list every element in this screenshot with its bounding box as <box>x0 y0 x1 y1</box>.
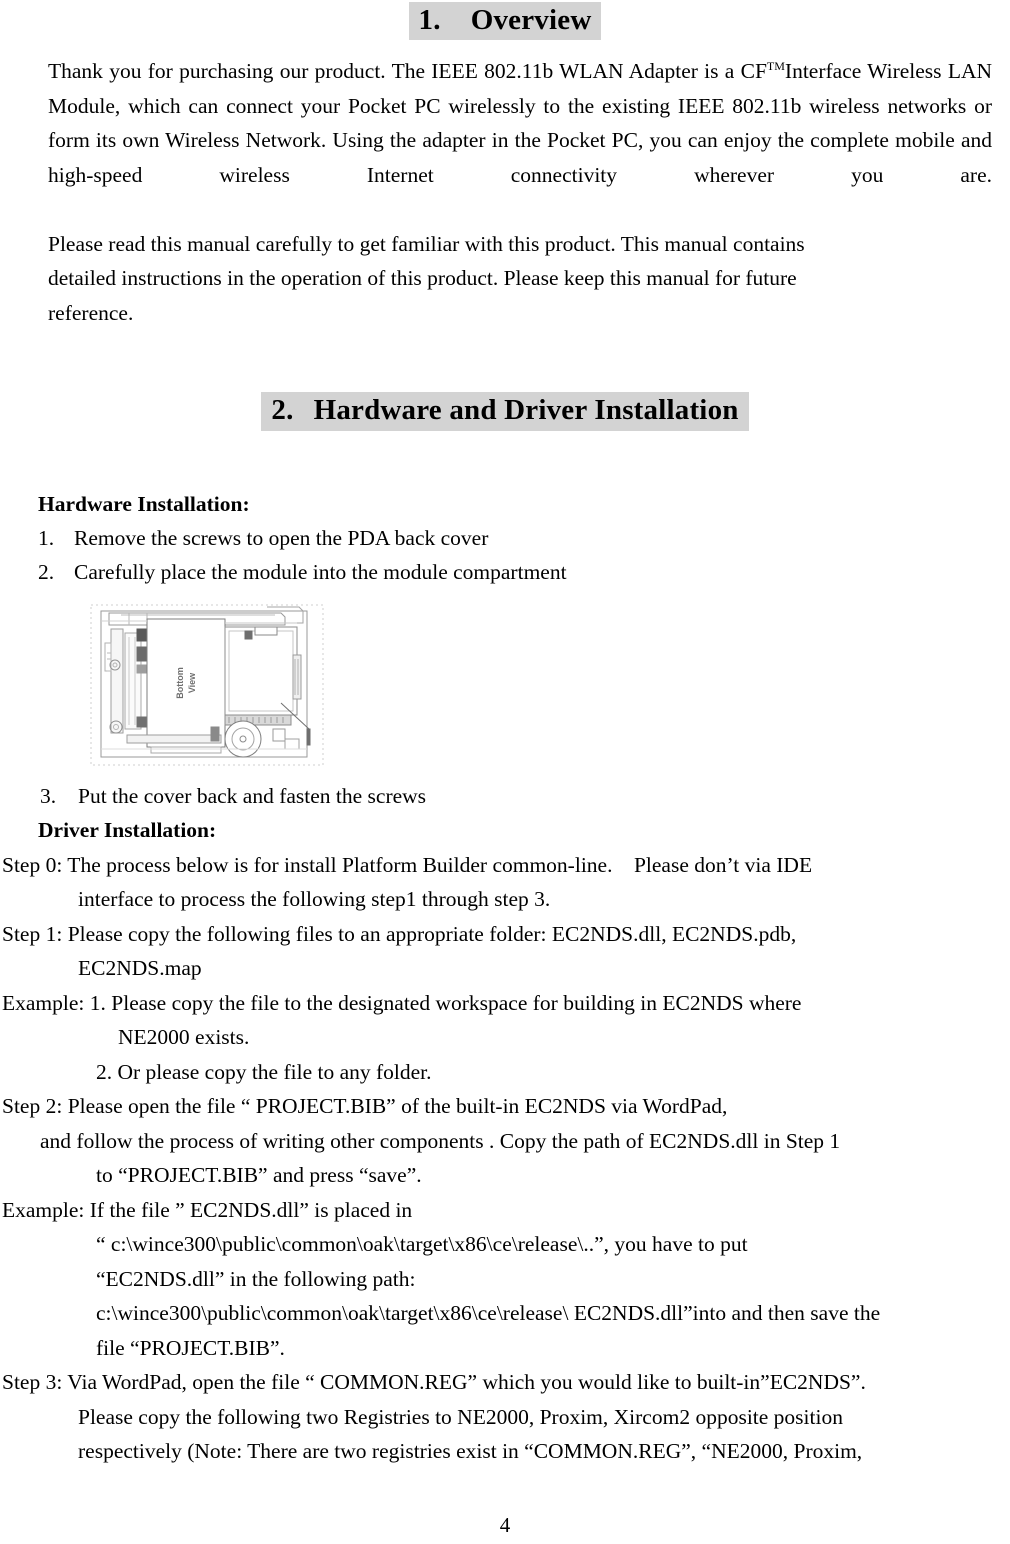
driver-line-step3-cont2: respectively (Note: There are two regist… <box>78 1439 863 1464</box>
hardware-step-1: 1. Remove the screws to open the PDA bac… <box>38 521 1010 555</box>
driver-line-example2-path4: file “PROJECT.BIB”. <box>96 1335 285 1360</box>
overview-paragraph-2-line-3: reference. <box>48 300 134 325</box>
driver-line-example2-path1: “ c:\wince300\public\common\oak\target\x… <box>96 1232 748 1257</box>
driver-installation-heading: Driver Installation: <box>38 818 217 843</box>
driver-line-step0: Step 0: The process below is for install… <box>2 852 813 877</box>
hardware-step-1-marker: 1. <box>38 525 55 550</box>
driver-line-step3: Step 3: Via WordPad, open the file “ COM… <box>2 1370 866 1395</box>
overview-body: Thank you for purchasing our product. Th… <box>48 54 992 330</box>
svg-text:Bottom: Bottom <box>175 667 185 699</box>
hardware-step-3-text: Put the cover back and fasten the screws <box>78 783 427 808</box>
svg-text:View: View <box>187 672 197 693</box>
overview-paragraph-1: Thank you for purchasing our product. Th… <box>48 54 992 227</box>
document-page: 1. Overview Thank you for purchasing our … <box>0 0 1010 1544</box>
hardware-step-2-text: Carefully place the module into the modu… <box>74 559 567 584</box>
overview-paragraph-1-text: Thank you for purchasing our product. Th… <box>48 59 767 84</box>
hardware-step-2: 2. Carefully place the module into the m… <box>38 555 1010 589</box>
hardware-installation-heading: Hardware Installation: <box>38 491 250 516</box>
section-1-heading: 1. Overview <box>408 2 602 41</box>
driver-line-step0-cont: interface to process the following step1… <box>78 887 551 912</box>
driver-line-example1-item2: 2. Or please copy the file to any folder… <box>96 1059 432 1084</box>
driver-line-example2-path2: “EC2NDS.dll” in the following path: <box>96 1266 416 1291</box>
hardware-step-3-marker: 3. <box>40 783 57 808</box>
section-2-heading: 2. Hardware and Driver Installation <box>261 392 749 431</box>
section-1-heading-row: 1. Overview <box>0 0 1010 41</box>
figure-wrapper: Bottom View <box>85 598 1010 771</box>
section-2-heading-row: 2. Hardware and Driver Installation <box>0 392 1010 431</box>
driver-line-step1-cont: EC2NDS.map <box>78 956 202 981</box>
pda-bottom-view-drawing: Bottom View <box>90 604 324 766</box>
overview-paragraph-2-line-2: detailed instructions in the operation o… <box>48 266 797 291</box>
driver-line-step2-cont2: to “PROJECT.BIB” and press “save”. <box>96 1163 422 1188</box>
hardware-installation-block: Hardware Installation: 1. Remove the scr… <box>38 487 1010 589</box>
trademark-superscript: TM <box>766 59 785 74</box>
pda-bottom-view-figure: Bottom View <box>85 598 329 771</box>
section-1-title: Overview <box>470 4 592 36</box>
page-number: 4 <box>499 1513 511 1537</box>
driver-line-example1-cont: NE2000 exists. <box>118 1025 250 1050</box>
driver-line-step2: Step 2: Please open the file “ PROJECT.B… <box>2 1094 728 1119</box>
driver-line-example1: Example: 1. Please copy the file to the … <box>2 990 802 1015</box>
section-1-number: 1. <box>418 4 441 36</box>
overview-paragraph-2-line-1: Please read this manual carefully to get… <box>48 231 805 256</box>
driver-line-step1: Step 1: Please copy the following files … <box>2 921 797 946</box>
hardware-step-2-marker: 2. <box>38 559 55 584</box>
driver-line-example2: Example: If the file ” EC2NDS.dll” is pl… <box>2 1197 413 1222</box>
hardware-step-3: 3. Put the cover back and fasten the scr… <box>40 779 1010 814</box>
section-2-title: Hardware and Driver Installation <box>313 394 739 427</box>
driver-line-step2-cont1: and follow the process of writing other … <box>40 1128 841 1153</box>
hardware-steps-list: 1. Remove the screws to open the PDA bac… <box>38 521 1010 589</box>
driver-line-example2-path3: c:\wince300\public\common\oak\target\x86… <box>96 1301 881 1326</box>
driver-installation-block: 3. Put the cover back and fasten the scr… <box>0 779 1010 1469</box>
hardware-step-1-text: Remove the screws to open the PDA back c… <box>74 525 489 550</box>
driver-line-step3-cont1: Please copy the following two Registries… <box>78 1404 843 1429</box>
section-2-number: 2. <box>271 394 294 427</box>
